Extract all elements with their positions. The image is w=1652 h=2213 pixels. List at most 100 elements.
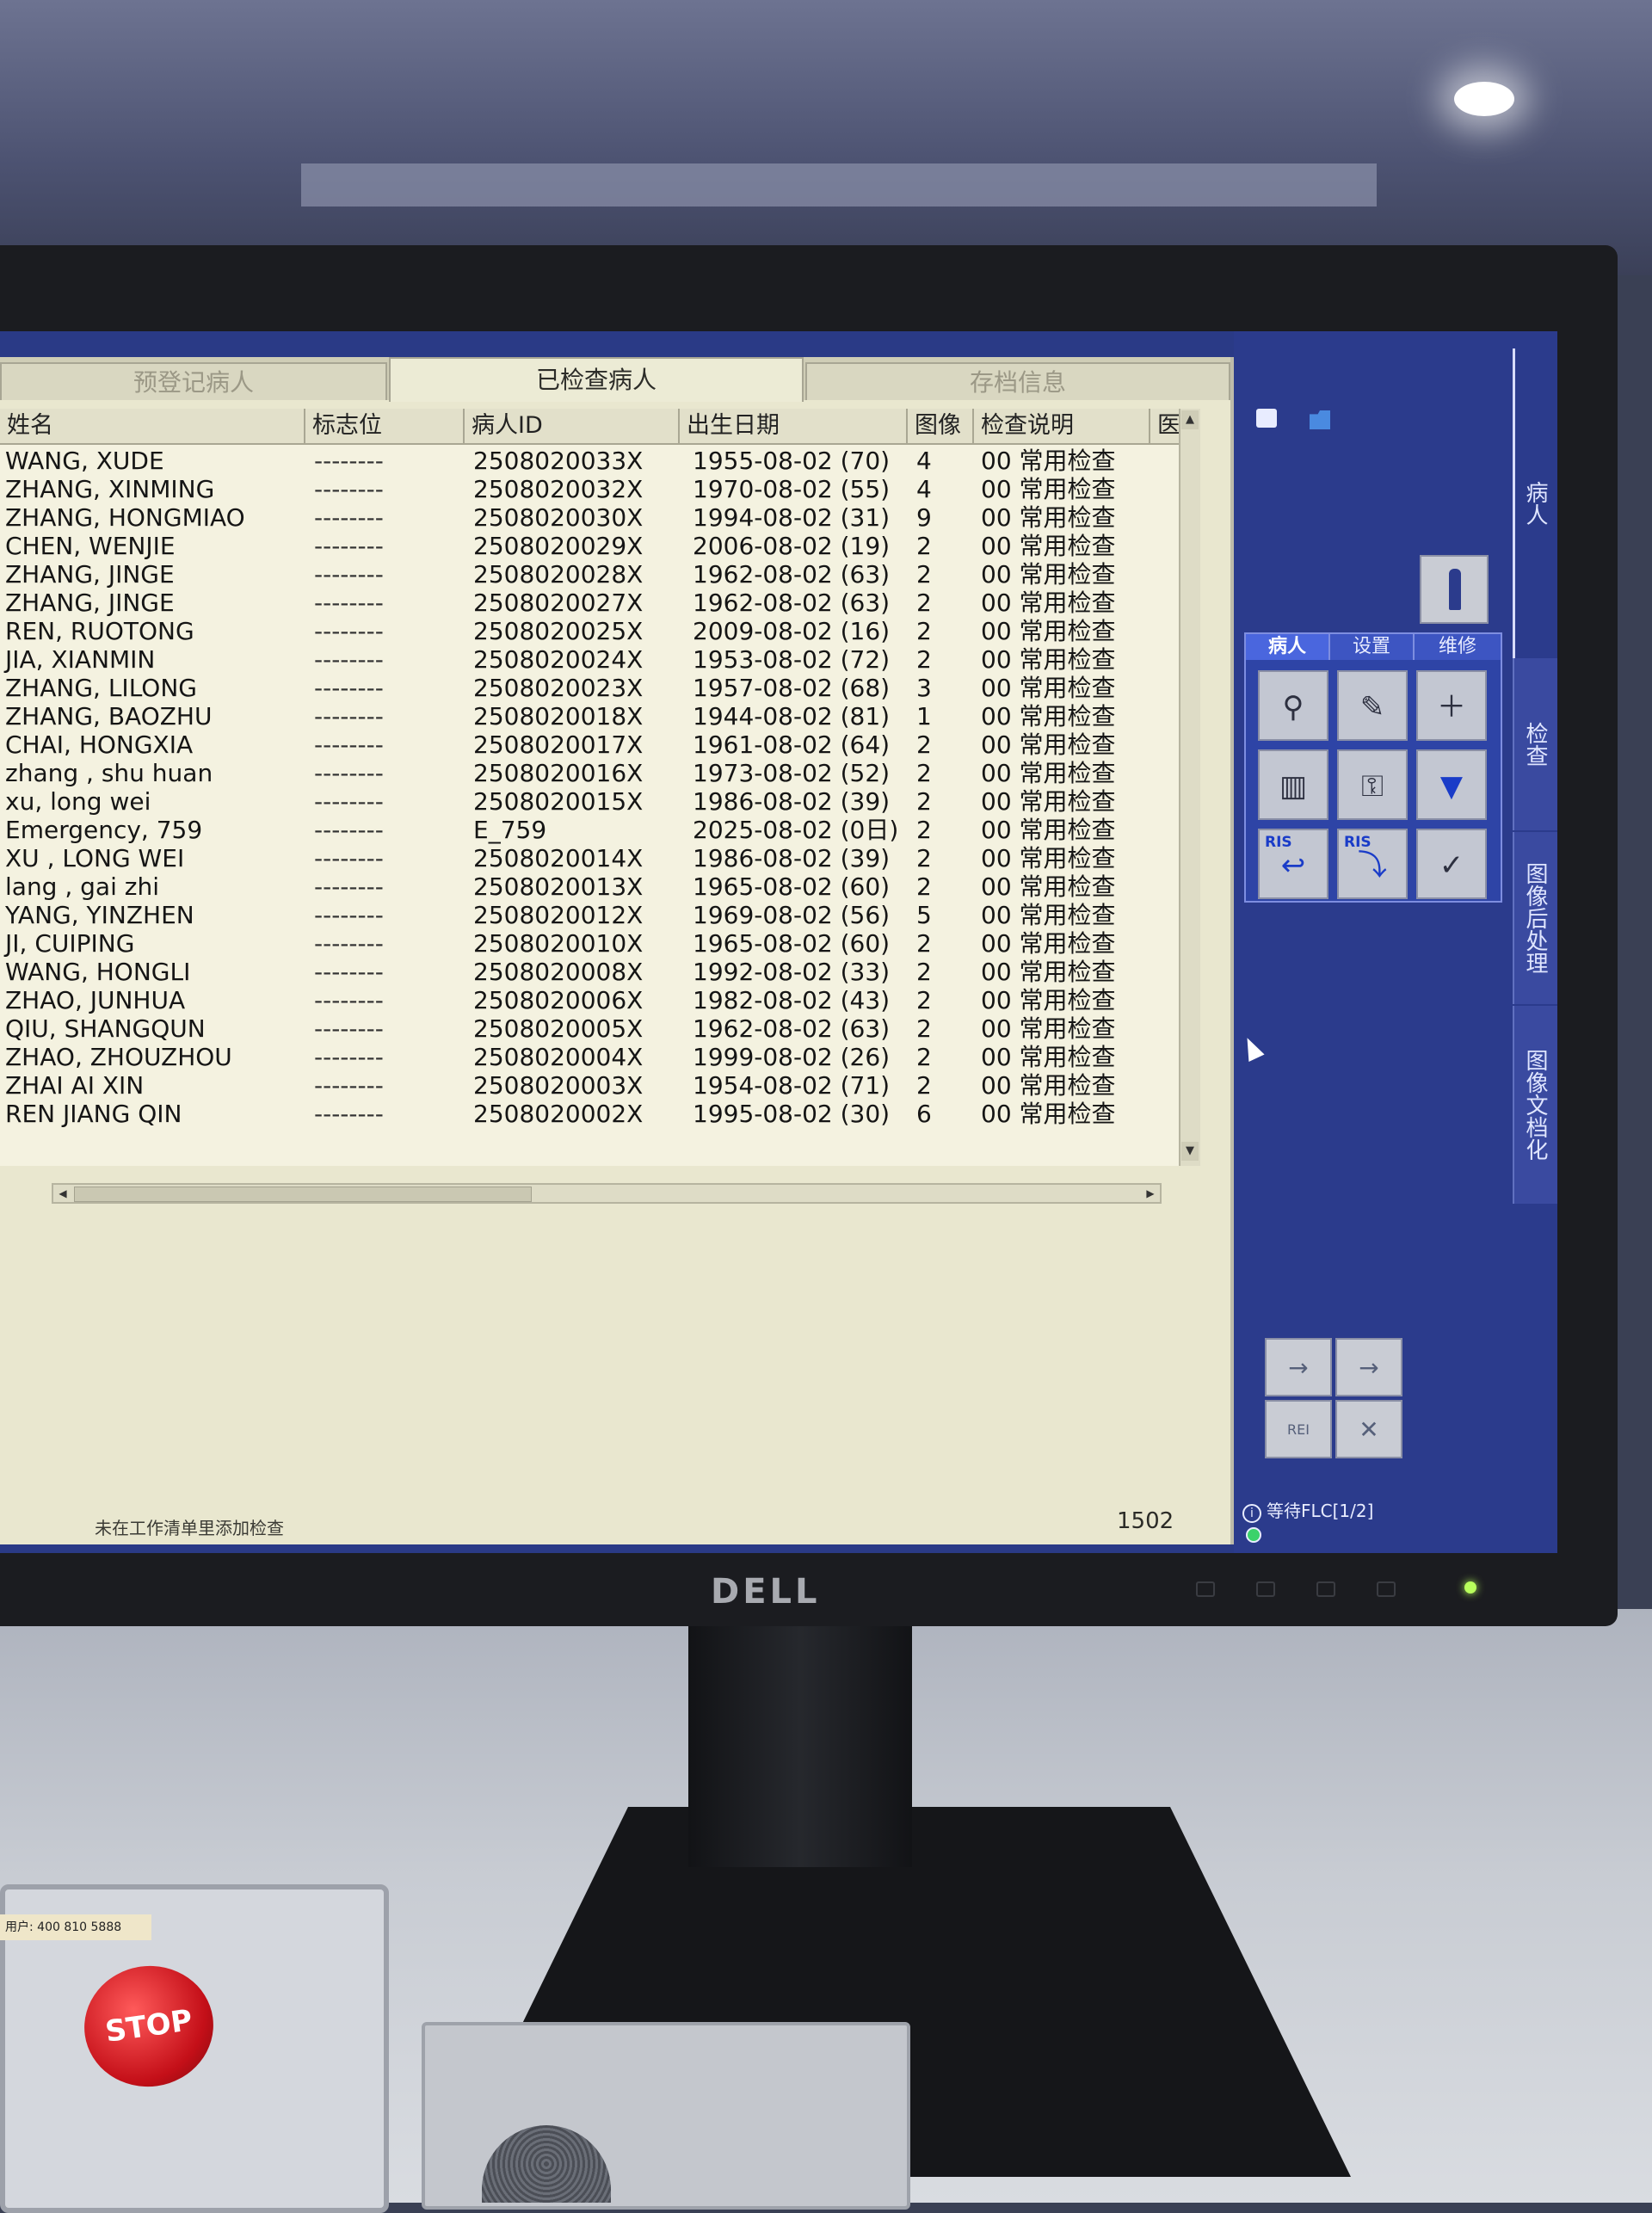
ris-import-button[interactable]: RIS ⤵ bbox=[1337, 829, 1408, 899]
table-row[interactable]: JIA, XIANMIN -------- 2508020024X 1953-08-0… bbox=[0, 645, 1183, 674]
cell-name: lang , gai zhi bbox=[5, 872, 159, 901]
table-row[interactable]: ZHANG, BAOZHU -------- 2508020018X 1944-08-… bbox=[0, 702, 1183, 730]
table-row[interactable]: ZHANG, XINMING -------- 2508020032X 1970-08… bbox=[0, 475, 1183, 503]
col-header-description[interactable]: 检查说明 bbox=[974, 409, 1150, 443]
ris-query-button[interactable]: RIS ↩ bbox=[1258, 829, 1328, 899]
table-row[interactable]: ZHANG, LILONG -------- 2508020023X 1957-08-… bbox=[0, 674, 1183, 702]
table-row[interactable]: xu, long wei -------- 2508020015X 1986-08-0… bbox=[0, 787, 1183, 816]
table-row[interactable]: XU , LONG WEI -------- 2508020014X 1986-08-… bbox=[0, 844, 1183, 872]
monitor-button-3[interactable] bbox=[1316, 1581, 1335, 1597]
cell-patient-id: 2508020004X bbox=[473, 1043, 644, 1071]
cell-name: ZHANG, XINMING bbox=[5, 475, 215, 503]
patient-register-button[interactable] bbox=[1420, 555, 1489, 624]
table-row[interactable]: CHEN, WENJIE -------- 2508020029X 2006-08-0… bbox=[0, 532, 1183, 560]
cell-patient-id: 2508020010X bbox=[473, 929, 644, 958]
patient-list-button[interactable]: ⚲ bbox=[1258, 670, 1328, 741]
scroll-up-icon[interactable]: ▲ bbox=[1181, 410, 1199, 429]
cell-name: ZHANG, LILONG bbox=[5, 674, 197, 702]
table-row[interactable]: REN JIANG QIN -------- 2508020002X 1995-08-… bbox=[0, 1100, 1183, 1128]
cell-description: 00 常用检查 bbox=[981, 759, 1116, 787]
cell-patient-id: 2508020016X bbox=[473, 759, 644, 787]
col-header-patient-id[interactable]: 病人ID bbox=[465, 409, 680, 443]
protect-patient-button[interactable]: ⚿ bbox=[1337, 749, 1408, 820]
table-row[interactable]: QIU, SHANGQUN -------- 2508020005X 1962-08-… bbox=[0, 1014, 1183, 1043]
grid-header: 姓名 标志位 病人ID 出生日期 图像 检查说明 医 bbox=[0, 409, 1200, 445]
col-header-images[interactable]: 图像 bbox=[908, 409, 974, 443]
table-row[interactable]: ZHANG, JINGE -------- 2508020028X 1962-08-0… bbox=[0, 560, 1183, 589]
cell-dob: 1970-08-02 (55) bbox=[693, 475, 891, 503]
horizontal-scrollbar[interactable]: ◀ ▶ bbox=[52, 1183, 1162, 1204]
cell-name: REN JIANG QIN bbox=[5, 1100, 182, 1128]
transfer-left-button[interactable]: → bbox=[1265, 1338, 1332, 1396]
tool-tab-service[interactable]: 维修 bbox=[1415, 634, 1502, 660]
cell-dob: 1962-08-02 (63) bbox=[693, 560, 891, 589]
cell-dob: 1982-08-02 (43) bbox=[693, 986, 891, 1014]
table-row[interactable]: ZHAO, JUNHUA -------- 2508020006X 1982-08-0… bbox=[0, 986, 1183, 1014]
vtab-image-documentation[interactable]: 图像文档化 bbox=[1513, 1006, 1557, 1204]
table-row[interactable]: JI, CUIPING -------- 2508020010X 1965-08-02… bbox=[0, 929, 1183, 958]
vtab-image-postprocessing[interactable]: 图像后处理 bbox=[1513, 832, 1557, 1004]
tab-examined[interactable]: 已检查病人 bbox=[389, 357, 804, 402]
cell-patient-id: E_759 bbox=[473, 816, 547, 844]
table-row[interactable]: ZHAO, ZHOUZHOU -------- 2508020004X 1999-08… bbox=[0, 1043, 1183, 1071]
scroll-down-icon[interactable]: ▼ bbox=[1181, 1142, 1199, 1161]
table-row[interactable]: WANG, XUDE -------- 2508020033X 1955-08-02 … bbox=[0, 447, 1183, 475]
col-header-flag[interactable]: 标志位 bbox=[305, 409, 465, 443]
scroll-left-icon[interactable]: ◀ bbox=[53, 1185, 72, 1202]
cell-images: 2 bbox=[916, 1071, 932, 1100]
vertical-scrollbar[interactable]: ▲ ▼ bbox=[1179, 409, 1200, 1166]
filter-button[interactable]: ▼ bbox=[1416, 749, 1487, 820]
transfer-right-button[interactable]: → bbox=[1335, 1338, 1402, 1396]
col-header-name[interactable]: 姓名 bbox=[0, 409, 305, 443]
table-row[interactable]: REN, RUOTONG -------- 2508020025X 2009-08-0… bbox=[0, 617, 1183, 645]
cell-description: 00 常用检查 bbox=[981, 901, 1116, 929]
add-folder-icon: ＋ bbox=[1437, 690, 1466, 724]
table-row[interactable]: WANG, HONGLI -------- 2508020008X 1992-08-0… bbox=[0, 958, 1183, 986]
hotline-sticker: 用户: 400 810 5888 bbox=[0, 1914, 151, 1940]
cell-flag: -------- bbox=[314, 986, 384, 1014]
cell-description: 00 常用检查 bbox=[981, 986, 1116, 1014]
table-row[interactable]: ZHAI AI XIN -------- 2508020003X 1954-08-02… bbox=[0, 1071, 1183, 1100]
table-row[interactable]: CHAI, HONGXIA -------- 2508020017X 1961-08-… bbox=[0, 730, 1183, 759]
cell-patient-id: 2508020029X bbox=[473, 532, 644, 560]
tool-tab-patient[interactable]: 病人 bbox=[1246, 634, 1330, 660]
delete-patient-button[interactable]: ▥ bbox=[1258, 749, 1328, 820]
cell-dob: 1986-08-02 (39) bbox=[693, 787, 891, 816]
add-patient-button[interactable]: ＋ bbox=[1416, 670, 1487, 741]
confirm-folder-button[interactable]: ✓ bbox=[1416, 829, 1487, 899]
scroll-right-icon[interactable]: ▶ bbox=[1141, 1185, 1160, 1202]
col-header-dob[interactable]: 出生日期 bbox=[680, 409, 908, 443]
rei-send-button[interactable]: REI bbox=[1265, 1400, 1332, 1458]
cell-name: CHEN, WENJIE bbox=[5, 532, 176, 560]
cell-description: 00 常用检查 bbox=[981, 617, 1116, 645]
tab-preregistered[interactable]: 预登记病人 bbox=[0, 362, 387, 400]
clipboard-icon[interactable] bbox=[1256, 409, 1277, 428]
table-row[interactable]: zhang , shu huan -------- 2508020016X 1973-… bbox=[0, 759, 1183, 787]
table-row[interactable]: ZHANG, HONGMIAO -------- 2508020030X 1994-0… bbox=[0, 503, 1183, 532]
cell-flag: -------- bbox=[314, 560, 384, 589]
horizontal-scroll-thumb[interactable] bbox=[74, 1187, 532, 1202]
monitor-button-1[interactable] bbox=[1196, 1581, 1215, 1597]
table-row[interactable]: YANG, YINZHEN -------- 2508020012X 1969-08-… bbox=[0, 901, 1183, 929]
return-arrow-icon: ↩ bbox=[1280, 848, 1306, 883]
cell-flag: -------- bbox=[314, 730, 384, 759]
table-row[interactable]: ZHANG, JINGE -------- 2508020027X 1962-08-0… bbox=[0, 589, 1183, 617]
monitor-button-4[interactable] bbox=[1377, 1581, 1396, 1597]
folder-icon[interactable] bbox=[1310, 410, 1330, 429]
edit-patient-button[interactable]: ✎ bbox=[1337, 670, 1408, 741]
vtab-exam[interactable]: 检查 bbox=[1513, 658, 1557, 830]
cell-patient-id: 2508020003X bbox=[473, 1071, 644, 1100]
table-row[interactable]: lang , gai zhi -------- 2508020013X 1965-08… bbox=[0, 872, 1183, 901]
cell-name: WANG, HONGLI bbox=[5, 958, 191, 986]
rei-cancel-button[interactable]: ✕ bbox=[1335, 1400, 1402, 1458]
cell-patient-id: 2508020025X bbox=[473, 617, 644, 645]
table-row[interactable]: Emergency, 759 -------- E_759 2025-08-02 (0… bbox=[0, 816, 1183, 844]
tool-tab-settings[interactable]: 设置 bbox=[1330, 634, 1415, 660]
cell-name: REN, RUOTONG bbox=[5, 617, 194, 645]
tab-archive-info[interactable]: 存档信息 bbox=[805, 362, 1230, 400]
cell-flag: -------- bbox=[314, 872, 384, 901]
vtab-patient[interactable]: 病人 bbox=[1513, 348, 1557, 658]
monitor-button-2[interactable] bbox=[1256, 1581, 1275, 1597]
shredder-icon: ▥ bbox=[1279, 769, 1308, 804]
cell-flag: -------- bbox=[314, 1014, 384, 1043]
